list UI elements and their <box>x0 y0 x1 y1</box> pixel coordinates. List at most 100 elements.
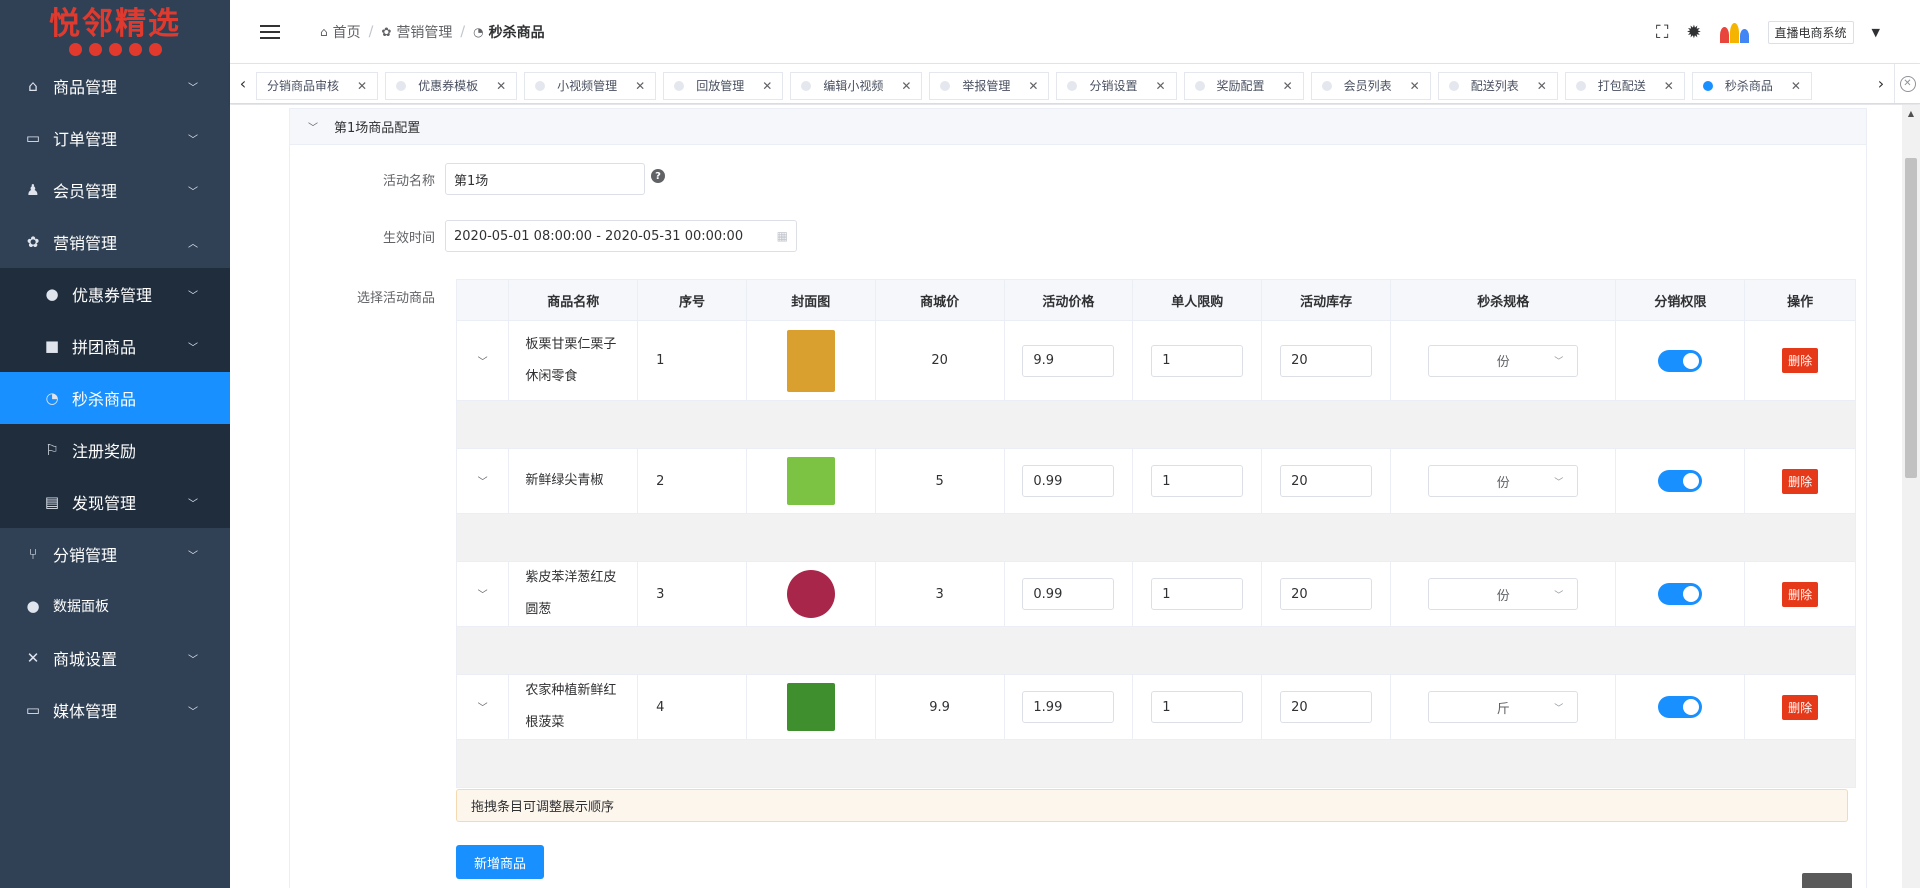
spec-select[interactable]: 份 ﹀ <box>1428 578 1579 610</box>
scroll-up-icon[interactable]: ▲ <box>1902 105 1920 123</box>
sidebar-item-orders[interactable]: ▭ 订单管理 ﹀ <box>0 112 230 164</box>
expand-icon[interactable]: ﹀ <box>478 703 488 714</box>
expand-icon[interactable]: ﹀ <box>478 357 488 368</box>
close-icon[interactable]: ✕ <box>357 79 367 93</box>
spec-select[interactable]: 份 ﹀ <box>1428 344 1579 377</box>
table-row[interactable]: ﹀ 新鲜绿尖青椒 2 5 0.99 1 20 份 ﹀ 删除 <box>455 448 1856 514</box>
add-goods-button[interactable]: 新增商品 <box>456 845 544 879</box>
scrollbar-thumb[interactable] <box>1905 158 1917 478</box>
limit-input[interactable]: 1 <box>1151 465 1244 497</box>
session-config-panel: ﹀ 第1场商品配置 活动名称 第1场 ? 生效时间 2020-05-01 08:… <box>289 108 1867 888</box>
sidebar-item-members[interactable]: ♟ 会员管理 ﹀ <box>0 164 230 216</box>
sidebar-item-flash-sale[interactable]: ◔ 秒杀商品 <box>0 372 230 424</box>
distribution-switch[interactable] <box>1658 696 1703 718</box>
close-icon[interactable]: ✕ <box>762 79 772 93</box>
close-icon[interactable]: ✕ <box>1283 79 1293 93</box>
sidebar-item-goods[interactable]: ⌂ 商品管理 ﹀ <box>0 60 230 112</box>
tag-item[interactable]: 打包配送 ✕ <box>1564 71 1685 100</box>
help-icon[interactable]: ? <box>651 169 665 183</box>
tag-label: 分销设置 <box>1089 79 1138 93</box>
tag-item[interactable]: 编辑小视频 ✕ <box>790 71 923 100</box>
activity-price-input[interactable]: 1.99 <box>1022 691 1115 723</box>
tag-item[interactable]: 优惠券模板 ✕ <box>385 71 518 100</box>
scrollbar[interactable]: ▲ <box>1902 105 1920 888</box>
sidebar-item-discover[interactable]: ▤ 发现管理 ﹀ <box>0 476 230 528</box>
activity-price-input[interactable]: 0.99 <box>1022 578 1115 610</box>
delete-button[interactable]: 删除 <box>1782 694 1819 720</box>
activity-price-input[interactable]: 0.99 <box>1022 465 1115 497</box>
panel-header[interactable]: ﹀ 第1场商品配置 <box>290 109 1866 145</box>
close-icon[interactable]: ✕ <box>1155 79 1165 93</box>
tag-item[interactable]: 会员列表 ✕ <box>1310 71 1431 100</box>
spec-select[interactable]: 斤 ﹀ <box>1428 691 1579 723</box>
expand-icon[interactable]: ﹀ <box>478 590 488 601</box>
hamburger-icon[interactable] <box>260 24 280 39</box>
stock-input[interactable]: 20 <box>1280 691 1373 723</box>
expand-icon[interactable]: ﹀ <box>478 477 488 488</box>
bug-icon[interactable]: ✹ <box>1686 22 1701 43</box>
chevron-left-icon[interactable]: ‹ <box>230 74 256 93</box>
logo-dots <box>68 42 162 56</box>
system-name[interactable]: 直播电商系统 <box>1767 20 1854 44</box>
fullscreen-icon[interactable]: ⛶ <box>1656 22 1669 43</box>
tag-item[interactable]: 奖励配置 ✕ <box>1183 71 1304 100</box>
limit-input[interactable]: 1 <box>1151 344 1244 377</box>
sidebar-item-label: 分销管理 <box>53 546 118 565</box>
stock-input[interactable]: 20 <box>1280 578 1373 610</box>
spec-select[interactable]: 份 ﹀ <box>1428 465 1579 497</box>
logo-dot <box>128 42 142 56</box>
product-thumbnail <box>786 457 835 505</box>
breadcrumb-marketing[interactable]: 营销管理 <box>396 22 452 42</box>
tag-label: 秒杀商品 <box>1724 79 1773 93</box>
sidebar-item-register-reward[interactable]: ⚐ 注册奖励 <box>0 424 230 476</box>
close-icon[interactable]: ✕ <box>1664 79 1674 93</box>
back-to-top-button[interactable]: ︿ <box>1802 873 1852 888</box>
sidebar-item-marketing[interactable]: ✿ 营销管理 ︿ <box>0 216 230 268</box>
product-name: 紫皮苯洋葱红皮圆葱 <box>508 561 639 627</box>
row-expand-area <box>456 739 1856 788</box>
distribution-switch[interactable] <box>1658 583 1703 605</box>
tag-item[interactable]: 分销商品审核 ✕ <box>256 71 379 100</box>
stock-input[interactable]: 20 <box>1280 465 1373 497</box>
delete-button[interactable]: 删除 <box>1782 581 1819 607</box>
sidebar-item-dashboard[interactable]: ● 数据面板 <box>0 580 230 632</box>
column-header: 商城价 <box>874 279 1005 321</box>
sidebar-item-distribution[interactable]: ⑂ 分销管理 ﹀ <box>0 528 230 580</box>
delete-button[interactable]: 删除 <box>1782 348 1819 373</box>
tag-item[interactable]: 配送列表 ✕ <box>1437 71 1558 100</box>
distribution-switch[interactable] <box>1658 470 1703 492</box>
distribution-switch[interactable] <box>1658 349 1703 372</box>
breadcrumb-home[interactable]: 首页 <box>333 22 361 42</box>
close-icon[interactable]: ✕ <box>635 79 645 93</box>
sidebar-item-group-buy[interactable]: ■ 拼团商品 ﹀ <box>0 320 230 372</box>
sidebar-item-shop-settings[interactable]: ✕ 商城设置 ﹀ <box>0 632 230 684</box>
close-icon[interactable]: ✕ <box>901 79 911 93</box>
tag-item[interactable]: 分销设置 ✕ <box>1056 71 1177 100</box>
close-icon[interactable]: ✕ <box>496 79 506 93</box>
tag-item[interactable]: 小视频管理 ✕ <box>524 71 657 100</box>
close-icon[interactable]: ✕ <box>1537 79 1547 93</box>
close-icon[interactable]: ✕ <box>1791 79 1801 93</box>
tag-item-active[interactable]: 秒杀商品 ✕ <box>1691 71 1812 100</box>
tag-item[interactable]: 回放管理 ✕ <box>663 71 784 100</box>
limit-input[interactable]: 1 <box>1151 578 1244 610</box>
tag-label: 优惠券模板 <box>418 79 479 93</box>
activity-name-input[interactable]: 第1场 <box>445 163 645 195</box>
chevron-right-icon[interactable]: › <box>1868 74 1894 93</box>
logo[interactable]: 悦邻精选 <box>0 0 230 60</box>
table-row[interactable]: ﹀ 农家种植新鲜红根菠菜 4 9.9 1.99 1 20 斤 ﹀ 删除 <box>455 674 1856 740</box>
close-icon[interactable]: ✕ <box>1410 79 1420 93</box>
delete-button[interactable]: 删除 <box>1782 468 1819 494</box>
activity-price-input[interactable]: 9.9 <box>1022 344 1115 377</box>
caret-down-icon[interactable]: ▼ <box>1872 26 1880 39</box>
close-icon[interactable]: ✕ <box>1028 79 1038 93</box>
stock-input[interactable]: 20 <box>1280 344 1373 377</box>
table-row[interactable]: ﹀ 板栗甘栗仁栗子休闲零食 1 20 9.9 1 20 份 ﹀ 删除 <box>455 320 1856 401</box>
limit-input[interactable]: 1 <box>1151 691 1244 723</box>
date-range-input[interactable]: 2020-05-01 08:00:00 - 2020-05-31 00:00:0… <box>445 220 797 252</box>
close-all-tags-button[interactable]: ✕ <box>1894 64 1920 103</box>
sidebar-item-coupons[interactable]: ● 优惠券管理 ﹀ <box>0 268 230 320</box>
tag-item[interactable]: 举报管理 ✕ <box>929 71 1050 100</box>
sidebar-item-media[interactable]: ▭ 媒体管理 ﹀ <box>0 684 230 736</box>
table-row[interactable]: ﹀ 紫皮苯洋葱红皮圆葱 3 3 0.99 1 20 份 ﹀ 删除 <box>455 561 1856 627</box>
